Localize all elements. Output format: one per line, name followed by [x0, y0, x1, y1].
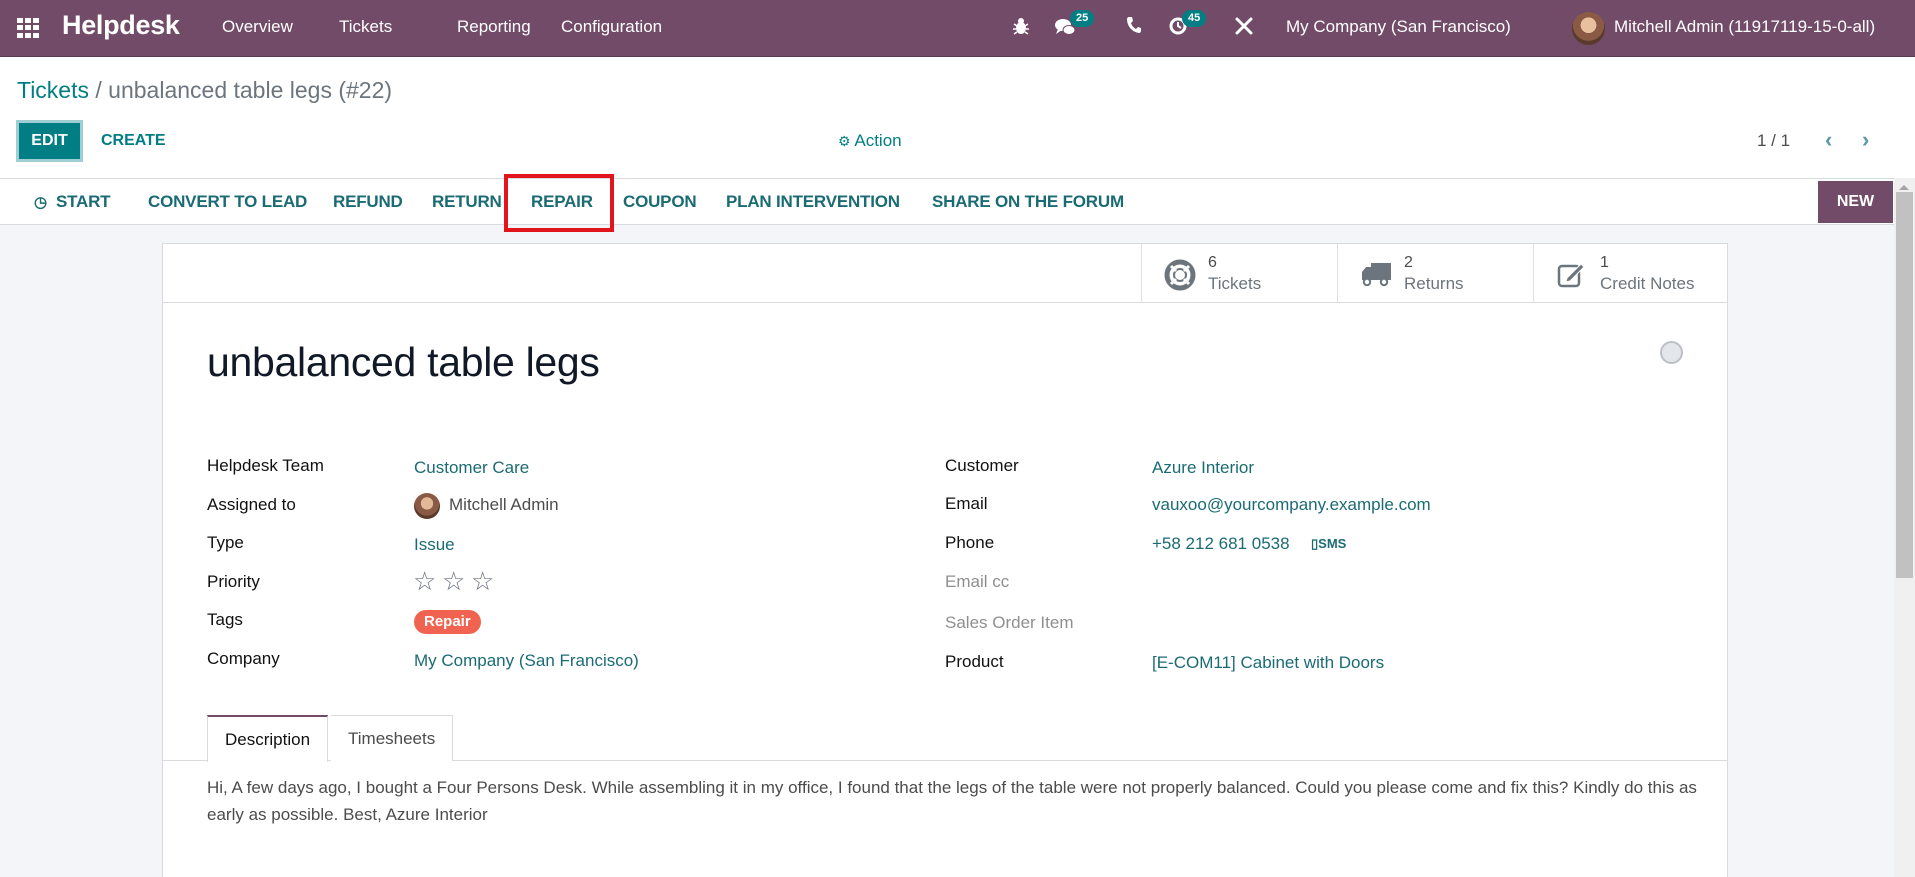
menu-tickets[interactable]: Tickets — [339, 17, 392, 37]
sms-button[interactable]: ▯SMS — [1311, 536, 1346, 552]
label-helpdesk-team: Helpdesk Team — [207, 456, 324, 475]
top-navbar: Helpdesk Overview Tickets Reporting Conf… — [0, 0, 1915, 57]
pager-value[interactable]: 1 / 1 — [1757, 131, 1790, 151]
app-brand[interactable]: Helpdesk — [62, 10, 180, 41]
start-label: START — [55, 192, 111, 211]
convert-to-lead-button[interactable]: CONVERT TO LEAD — [148, 192, 307, 212]
customer-link[interactable]: Azure Interior — [1152, 458, 1254, 478]
returns-label: Returns — [1404, 274, 1464, 293]
coupon-button[interactable]: COUPON — [623, 192, 697, 212]
credit-notes-label: Credit Notes — [1600, 274, 1695, 293]
tickets-count: 6 — [1208, 254, 1217, 271]
returns-smart-button[interactable]: 2 Returns — [1337, 244, 1533, 302]
priority-star-1-icon[interactable]: ☆ — [413, 568, 436, 594]
company-link[interactable]: My Company (San Francisco) — [414, 651, 639, 671]
priority-star-3-icon[interactable]: ☆ — [471, 568, 494, 594]
priority-star-2-icon[interactable]: ☆ — [442, 568, 465, 594]
label-product: Product — [945, 652, 1004, 671]
repair-highlight-box — [504, 174, 614, 232]
scrollbar[interactable] — [1894, 178, 1915, 877]
user-avatar[interactable] — [1572, 12, 1605, 45]
assigned-to-value[interactable]: Mitchell Admin — [449, 495, 559, 515]
ticket-title: unbalanced table legs — [207, 339, 600, 385]
start-button[interactable]: ◷ START — [34, 192, 111, 212]
tag-badge[interactable]: Repair — [414, 610, 481, 634]
menu-overview[interactable]: Overview — [222, 17, 293, 37]
credit-notes-smart-button[interactable]: 1 Credit Notes — [1533, 244, 1729, 302]
menu-reporting[interactable]: Reporting — [457, 17, 531, 37]
messages-badge: 25 — [1070, 10, 1095, 27]
create-button[interactable]: CREATE — [101, 132, 166, 150]
credit-notes-count: 1 — [1600, 254, 1609, 271]
status-bar: ◷ START CONVERT TO LEAD REFUND RETURN RE… — [0, 178, 1894, 225]
tickets-smart-button[interactable]: 6 Tickets — [1141, 244, 1337, 302]
tools-icon[interactable] — [1234, 16, 1254, 41]
refund-button[interactable]: REFUND — [333, 192, 403, 212]
bug-icon[interactable] — [1012, 16, 1030, 41]
company-switcher[interactable]: My Company (San Francisco) — [1286, 17, 1511, 37]
tickets-label: Tickets — [1208, 274, 1262, 293]
label-assigned-to: Assigned to — [207, 495, 296, 514]
apps-menu-icon[interactable] — [17, 18, 39, 38]
action-label: Action — [854, 131, 902, 150]
breadcrumb-separator: / — [89, 77, 109, 103]
sms-label: SMS — [1318, 536, 1347, 551]
control-panel: Tickets / unbalanced table legs (#22) ED… — [0, 57, 1915, 178]
phone-link[interactable]: +58 212 681 0538 — [1152, 534, 1290, 554]
breadcrumb-tickets-link[interactable]: Tickets — [17, 77, 89, 103]
clock-icon: ◷ — [34, 194, 47, 211]
returns-count: 2 — [1404, 254, 1413, 271]
label-tags: Tags — [207, 610, 243, 629]
action-menu-button[interactable]: ⚙ Action — [838, 131, 902, 151]
share-on-forum-button[interactable]: SHARE ON THE FORUM — [932, 192, 1124, 212]
tab-timesheets[interactable]: Timesheets — [331, 715, 454, 761]
label-phone: Phone — [945, 533, 995, 552]
product-link[interactable]: [E-COM11] Cabinet with Doors — [1152, 653, 1384, 673]
label-type: Type — [207, 533, 244, 552]
edit-note-icon — [1556, 259, 1588, 289]
type-link[interactable]: Issue — [414, 535, 455, 555]
chevron-right-icon[interactable]: › — [1862, 127, 1869, 153]
smart-button-box: 6 Tickets 2 Returns 1 Credit Notes — [163, 244, 1727, 303]
breadcrumb: Tickets / unbalanced table legs (#22) — [17, 77, 392, 104]
label-priority: Priority — [207, 572, 260, 591]
label-company: Company — [207, 649, 280, 668]
tab-description[interactable]: Description — [207, 715, 329, 762]
breadcrumb-current: unbalanced table legs (#22) — [108, 77, 393, 103]
stage-new[interactable]: NEW — [1818, 181, 1893, 223]
return-button[interactable]: RETURN — [432, 192, 502, 212]
chevron-left-icon[interactable]: ‹ — [1825, 127, 1832, 153]
kanban-state-indicator[interactable] — [1660, 341, 1683, 364]
edit-button[interactable]: EDIT — [16, 120, 83, 162]
form-sheet: 6 Tickets 2 Returns 1 Credit Notes unbal… — [162, 243, 1728, 877]
label-customer: Customer — [945, 456, 1019, 475]
truck-icon — [1360, 259, 1392, 289]
label-email: Email — [945, 494, 988, 513]
scroll-thumb[interactable] — [1896, 192, 1913, 578]
assignee-avatar — [414, 493, 440, 519]
user-menu[interactable]: Mitchell Admin (11917119-15-0-all) — [1614, 17, 1875, 37]
scroll-up-arrow-icon[interactable] — [1899, 185, 1909, 190]
gear-icon: ⚙ — [838, 133, 851, 149]
label-email-cc: Email cc — [945, 572, 1010, 591]
plan-intervention-button[interactable]: PLAN INTERVENTION — [726, 192, 900, 212]
email-link[interactable]: vauxoo@yourcompany.example.com — [1152, 495, 1431, 515]
menu-configuration[interactable]: Configuration — [561, 17, 662, 37]
helpdesk-team-link[interactable]: Customer Care — [414, 458, 529, 478]
phone-icon[interactable] — [1126, 16, 1142, 39]
description-text[interactable]: Hi, A few days ago, I bought a Four Pers… — [207, 774, 1697, 828]
lifebuoy-icon — [1164, 259, 1196, 291]
activities-badge: 45 — [1182, 10, 1207, 27]
label-sales-order-item: Sales Order Item — [945, 613, 1074, 632]
